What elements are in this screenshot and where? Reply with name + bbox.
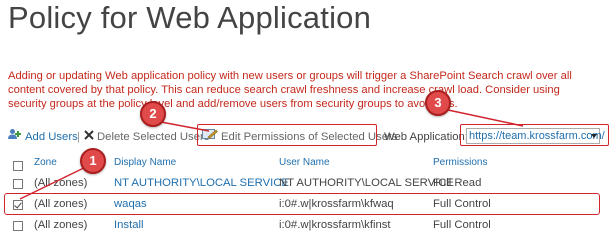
callout-3-badge: 3 [425,90,451,116]
callout-2-badge: 2 [140,101,166,127]
annotation-connectors [19,109,524,200]
callout-2-connector [160,121,210,132]
callout-3-connector [447,109,524,127]
callout-1-badge: 1 [80,148,106,174]
